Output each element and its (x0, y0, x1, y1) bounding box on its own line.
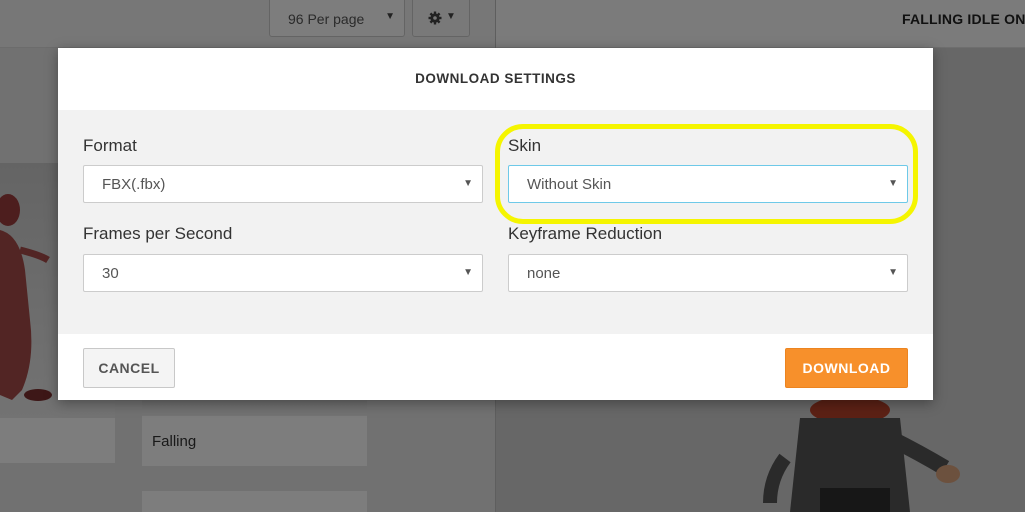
keyframe-reduction-select[interactable]: none ▼ (508, 254, 908, 292)
dialog-title: DOWNLOAD SETTINGS (415, 71, 576, 86)
download-settings-dialog: DOWNLOAD SETTINGS Format FBX(.fbx) ▼ Ski… (58, 48, 933, 400)
chevron-down-icon: ▼ (888, 267, 898, 278)
keyframe-reduction-value: none (527, 265, 561, 282)
cancel-button[interactable]: CANCEL (83, 348, 175, 388)
chevron-down-icon: ▼ (463, 267, 473, 278)
skin-select[interactable]: Without Skin ▼ (508, 165, 908, 203)
chevron-down-icon: ▼ (463, 178, 473, 189)
format-select[interactable]: FBX(.fbx) ▼ (83, 165, 483, 203)
fps-value: 30 (102, 265, 119, 282)
fps-label: Frames per Second (83, 224, 233, 243)
format-label: Format (83, 136, 137, 155)
skin-label: Skin (508, 136, 542, 155)
fps-select[interactable]: 30 ▼ (83, 254, 483, 292)
dialog-header: DOWNLOAD SETTINGS (58, 48, 933, 110)
download-button[interactable]: DOWNLOAD (785, 348, 908, 388)
keyframe-reduction-label: Keyframe Reduction (508, 224, 663, 243)
dialog-body: Format FBX(.fbx) ▼ Skin Without Skin ▼ F… (58, 110, 933, 334)
chevron-down-icon: ▼ (888, 178, 898, 189)
format-value: FBX(.fbx) (102, 176, 166, 193)
skin-value: Without Skin (527, 176, 612, 193)
dialog-footer: CANCEL DOWNLOAD (58, 334, 933, 400)
